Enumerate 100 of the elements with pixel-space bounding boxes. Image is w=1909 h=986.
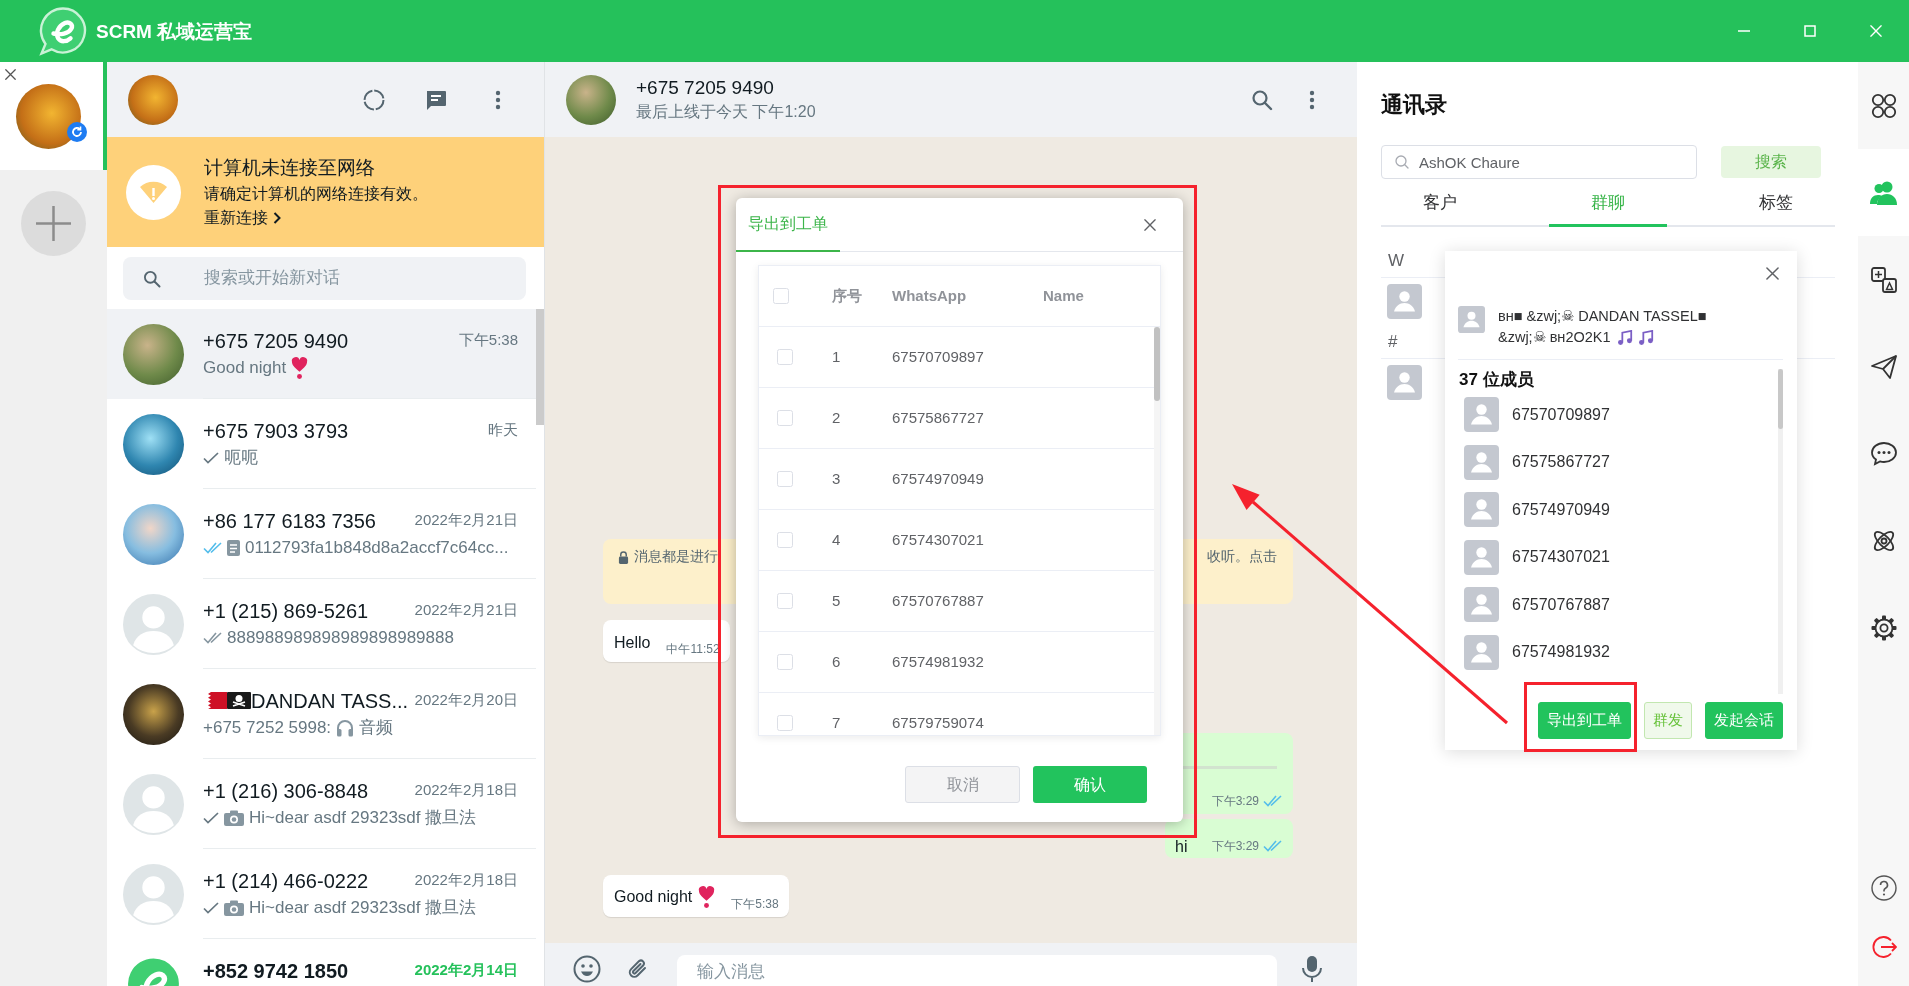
chat-time: 昨天 <box>488 420 518 441</box>
checkbox[interactable] <box>777 532 793 548</box>
chat-time: 2022年2月20日 <box>414 690 518 711</box>
help-icon[interactable] <box>1870 874 1897 901</box>
scrollbar-thumb[interactable] <box>536 309 544 425</box>
avatar-icon <box>1464 444 1499 480</box>
heart-exclamation-icon <box>291 355 309 380</box>
contact-name: DANDAN TASS... <box>251 688 409 714</box>
translate-icon <box>1870 266 1897 293</box>
camera-icon <box>224 899 244 916</box>
whatsapp-number: 67574981932 <box>892 653 984 670</box>
whatsapp-number: 67575867727 <box>892 409 984 426</box>
column-header: Name <box>1043 287 1084 304</box>
row-number: 1 <box>832 348 841 365</box>
message-time: 下午3:29 <box>1211 793 1259 809</box>
scrollbar-thumb[interactable] <box>1154 327 1160 401</box>
whatsapp-number: 67570767887 <box>892 592 984 609</box>
avatar-icon <box>123 593 184 655</box>
close-icon[interactable] <box>5 69 16 80</box>
profile-photo <box>123 413 184 475</box>
document-icon <box>227 539 240 556</box>
section-letter: # <box>1388 332 1398 352</box>
app-title: SCRM 私域运营宝 <box>96 21 253 41</box>
message-text: Hello <box>614 633 651 653</box>
profile-photo <box>123 503 184 565</box>
contact-name: +1 (214) 466-0222 <box>203 868 369 894</box>
message-time: 下午3:29 <box>1211 838 1259 854</box>
checkbox[interactable] <box>777 349 793 365</box>
microphone-icon[interactable] <box>1300 955 1324 983</box>
avatar-icon <box>1464 539 1499 575</box>
contact-name: +852 9742 1850 <box>203 958 349 984</box>
group-name: ʙʜ■ &zwj;☠ DANDAN TASSEL■ <box>1498 307 1707 326</box>
contact-name: +1 (216) 306-8848 <box>203 778 369 804</box>
banner-title: 计算机未连接至网络 <box>204 156 375 180</box>
checkbox[interactable] <box>777 715 793 731</box>
profile-photo <box>128 74 178 125</box>
heart-exclamation-icon <box>698 885 716 909</box>
last-seen-status: 最后上线于今天 下午1:20 <box>636 101 816 122</box>
contact-tab[interactable]: 标签 <box>1717 182 1835 227</box>
avatar-icon <box>1464 634 1499 670</box>
avatar-icon <box>1387 284 1422 319</box>
member-number: 67575867727 <box>1512 452 1610 473</box>
message-preview: Hi~dear asdf 29323sdf 撒旦法 <box>249 896 477 919</box>
profile-photo <box>123 683 184 745</box>
member-number: 67574970949 <box>1512 499 1610 520</box>
sender-number: +675 7252 5998: <box>203 716 332 739</box>
avatar-icon <box>1458 306 1485 333</box>
search-icon[interactable] <box>1250 87 1274 112</box>
apps-grid-icon <box>1870 92 1897 119</box>
message-preview: Good night <box>203 356 287 379</box>
row-number: 6 <box>832 653 841 670</box>
checkbox[interactable] <box>777 471 793 487</box>
music-note-icon <box>1637 329 1654 346</box>
section-letter: W <box>1388 251 1405 271</box>
logout-icon[interactable] <box>1870 933 1897 960</box>
message-text: hi <box>1175 838 1188 855</box>
chat-row[interactable]: +675 7205 9490 下午5:38 Good night <box>107 309 536 399</box>
scrollbar-thumb[interactable] <box>1778 369 1783 429</box>
headphones-icon <box>336 718 355 737</box>
row-number: 4 <box>832 531 841 548</box>
camera-icon <box>224 809 244 826</box>
flag-icon <box>203 692 227 709</box>
member-count: 37 位成员 <box>1458 369 1534 391</box>
logo-icon <box>38 6 88 56</box>
chevron-right-icon <box>273 212 281 224</box>
avatar-icon <box>1464 397 1499 433</box>
checkbox[interactable] <box>777 593 793 609</box>
checkbox[interactable] <box>777 654 793 670</box>
member-number: 67574981932 <box>1512 642 1610 663</box>
contact-tab[interactable]: 客户 <box>1381 182 1499 227</box>
search-field[interactable]: 搜索或开始新对话 <box>123 256 526 300</box>
notice-text: 消息都是进行 <box>634 548 718 566</box>
avatar-icon <box>1464 492 1499 528</box>
member-number: 67574307021 <box>1512 547 1610 568</box>
lock-icon <box>618 550 629 564</box>
avatar-icon <box>123 773 184 835</box>
member-number: 67570709897 <box>1512 404 1610 425</box>
message-preview: 0112793fa1b848d8a2accf7c64cc... <box>245 536 509 559</box>
chat-time: 2022年2月21日 <box>414 600 518 621</box>
reconnect-link[interactable]: 重新连接 <box>204 206 281 230</box>
dashed-circle-icon[interactable] <box>362 87 386 112</box>
chat-bubble-icon <box>1870 440 1897 467</box>
emoji-icon[interactable] <box>573 955 601 983</box>
checkbox[interactable] <box>773 288 789 304</box>
account-tile[interactable] <box>0 62 107 170</box>
message-preview: 888988989898989898989888 <box>227 626 454 649</box>
chat-time: 2022年2月18日 <box>414 780 518 801</box>
message-input[interactable]: 输入消息 <box>677 955 1277 986</box>
chat-time: 下午5:38 <box>458 330 518 351</box>
chat-time: 2022年2月18日 <box>414 870 518 891</box>
paper-plane-icon <box>1870 353 1897 380</box>
search-icon <box>142 268 162 289</box>
close-icon[interactable] <box>1144 218 1156 231</box>
checkbox[interactable] <box>777 410 793 426</box>
contact-search-field[interactable]: AshOK Chaure <box>1381 145 1697 179</box>
contact-name: +675 7903 3793 <box>203 418 349 444</box>
close-icon[interactable] <box>1766 267 1779 280</box>
avatar-icon <box>1387 365 1422 400</box>
whatsapp-number: 67579759074 <box>892 714 984 731</box>
row-number: 2 <box>832 409 841 426</box>
